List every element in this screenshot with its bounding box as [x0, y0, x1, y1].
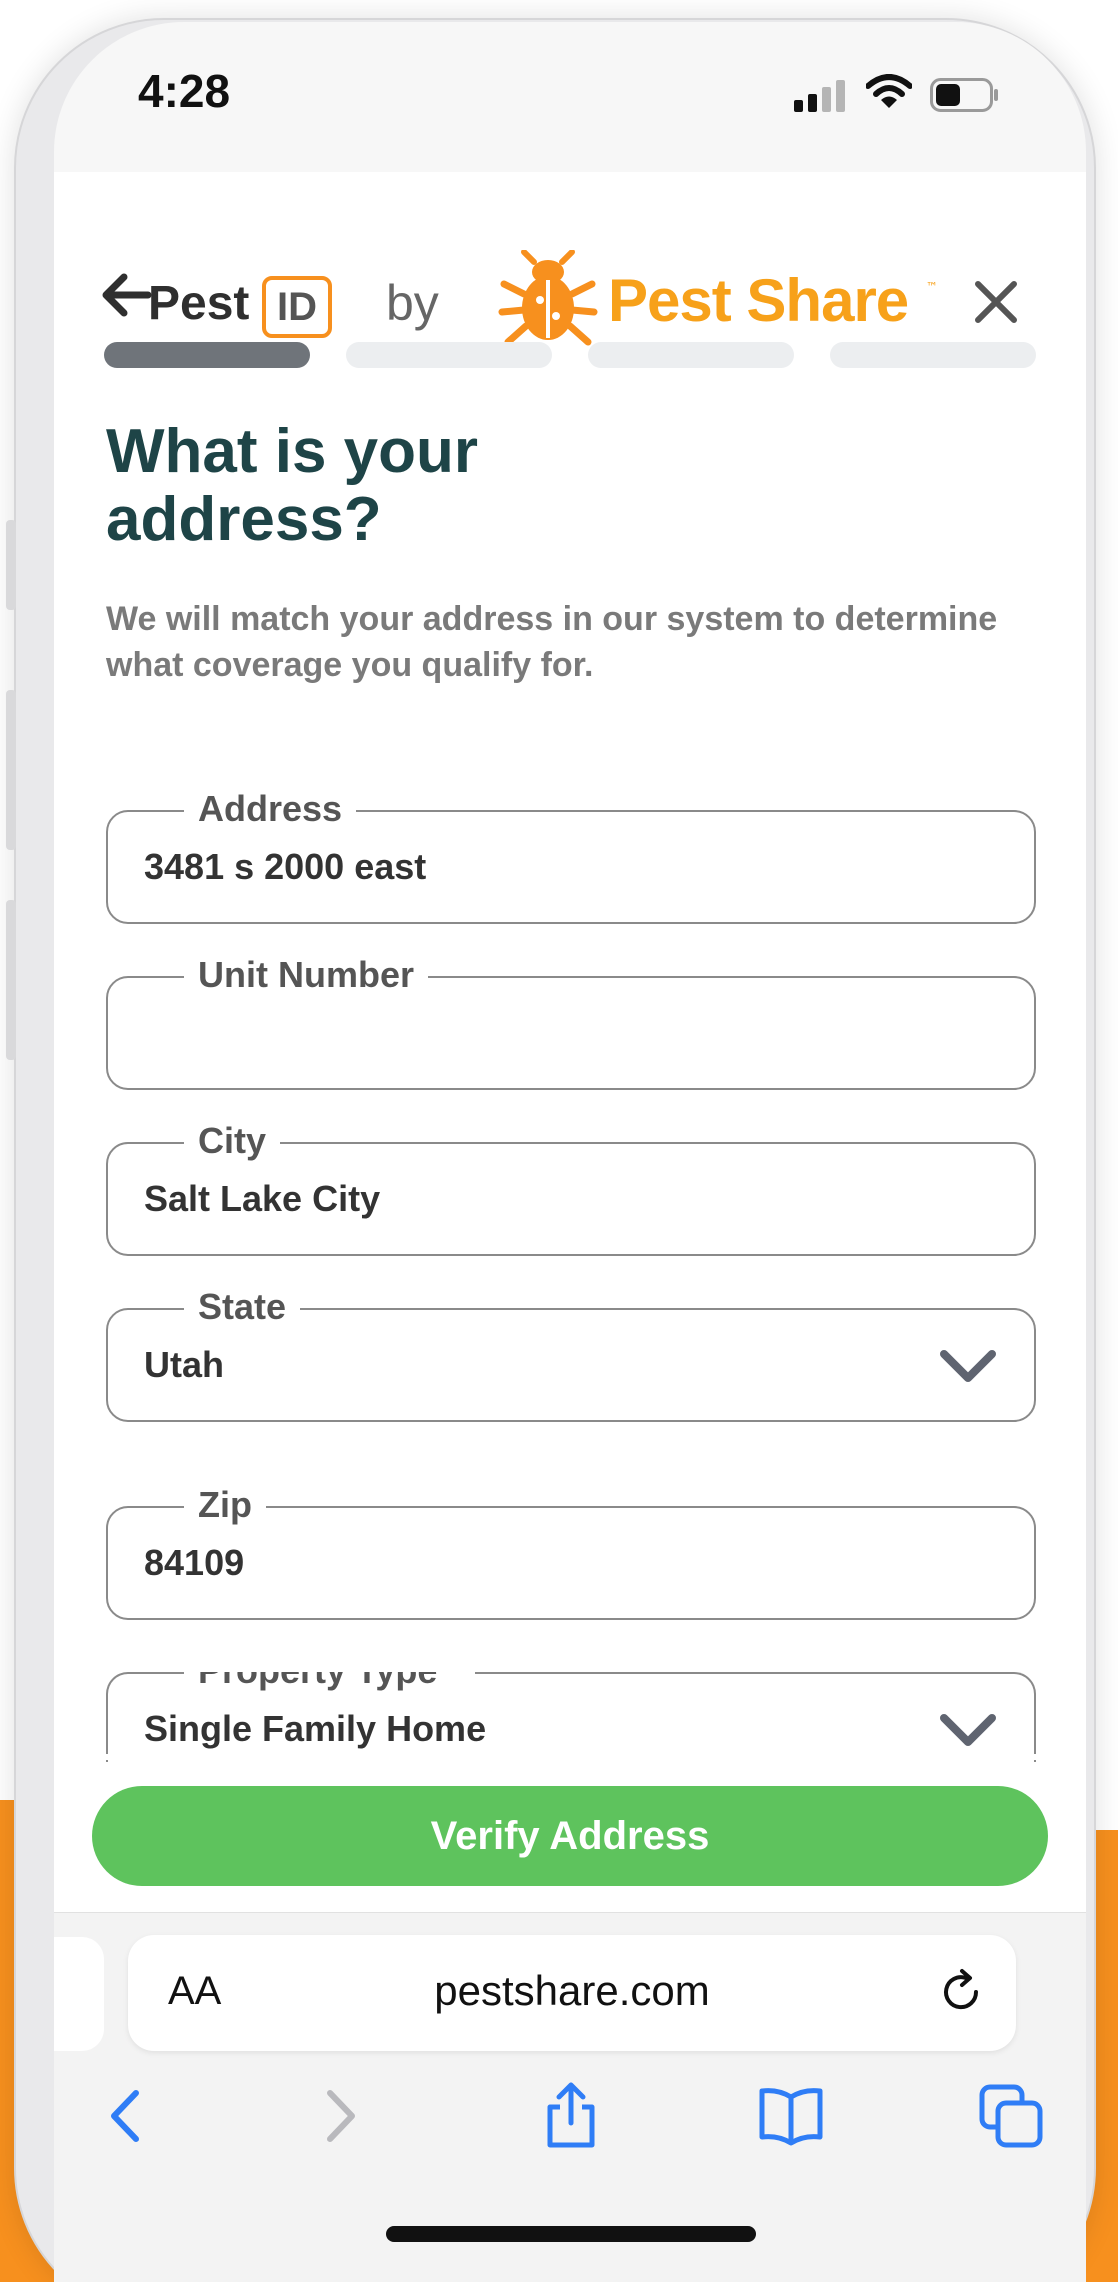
- share-icon[interactable]: [536, 2081, 606, 2151]
- chevron-right-icon[interactable]: [304, 2081, 374, 2151]
- state-select[interactable]: State Utah: [106, 1286, 1036, 1422]
- pest-share-brand: Pest Share: [608, 267, 909, 334]
- address-input[interactable]: 3481 s 2000 east: [144, 846, 944, 892]
- tabs-icon[interactable]: [976, 2081, 1046, 2151]
- unit-number-field[interactable]: Unit Number: [106, 954, 1036, 1090]
- property-type-scroll-mask: [106, 1754, 1036, 1760]
- city-field[interactable]: City Salt Lake City: [106, 1120, 1036, 1256]
- address-field[interactable]: Address 3481 s 2000 east: [106, 788, 1036, 924]
- pestid-wordmark: Pest: [148, 277, 250, 330]
- chevron-left-icon[interactable]: [92, 2081, 162, 2151]
- by-text: by: [386, 275, 439, 331]
- phone-mute-switch: [6, 520, 16, 610]
- screenshot-stage: 4:28 Pest ID by Pest Share ™ What is you…: [0, 0, 1118, 2282]
- phone-volume-down: [6, 900, 16, 1060]
- close-icon[interactable]: [972, 278, 1020, 326]
- status-time: 4:28: [138, 65, 231, 117]
- progress-step-2: [346, 342, 552, 368]
- state-label: State: [184, 1286, 301, 1328]
- property-type-label: Property Type *: [184, 1672, 476, 1692]
- property-type-select[interactable]: Property Type * Single Family Home: [106, 1672, 1036, 1762]
- city-label: City: [184, 1120, 281, 1162]
- reload-icon[interactable]: [936, 1967, 986, 2017]
- verify-address-button[interactable]: Verify Address: [92, 1786, 1048, 1886]
- zip-field[interactable]: Zip 84109: [106, 1484, 1036, 1620]
- state-value[interactable]: Utah: [144, 1344, 944, 1390]
- chevron-down-icon[interactable]: [938, 1712, 998, 1748]
- battery-icon: [930, 78, 998, 112]
- beetle-logo-icon: [498, 250, 598, 346]
- address-label: Address: [184, 788, 357, 830]
- property-type-value[interactable]: Single Family Home: [144, 1708, 944, 1754]
- step-progress: [104, 342, 1036, 368]
- city-input[interactable]: Salt Lake City: [144, 1178, 944, 1224]
- pestid-id-box: ID: [262, 276, 332, 338]
- unit-number-input[interactable]: [144, 1012, 944, 1058]
- address-bar[interactable]: AA pestshare.com: [128, 1935, 1016, 2051]
- zip-input[interactable]: 84109: [144, 1542, 944, 1588]
- app-panel: Pest ID by Pest Share ™ What is your add…: [54, 172, 1086, 1912]
- trademark-symbol: ™: [926, 280, 938, 294]
- chevron-down-icon[interactable]: [938, 1348, 998, 1384]
- progress-step-1: [104, 342, 310, 368]
- url-text[interactable]: pestshare.com: [128, 1967, 1016, 2015]
- zip-label: Zip: [184, 1484, 266, 1526]
- progress-step-4: [830, 342, 1036, 368]
- page-subtitle: We will match your address in our system…: [106, 600, 998, 684]
- page-title: What is your address?: [106, 417, 479, 554]
- wifi-icon: [866, 74, 912, 108]
- cellular-signal-icon: [794, 80, 848, 112]
- book-icon[interactable]: [756, 2081, 826, 2151]
- phone-volume-up: [6, 690, 16, 850]
- arrow-left-icon[interactable]: [102, 272, 152, 318]
- progress-step-3: [588, 342, 794, 368]
- previous-tab-preview[interactable]: [54, 1937, 104, 2051]
- home-indicator: [386, 2226, 756, 2242]
- unit-number-label: Unit Number: [184, 954, 428, 996]
- header: Pest ID by Pest Share ™: [54, 212, 1086, 346]
